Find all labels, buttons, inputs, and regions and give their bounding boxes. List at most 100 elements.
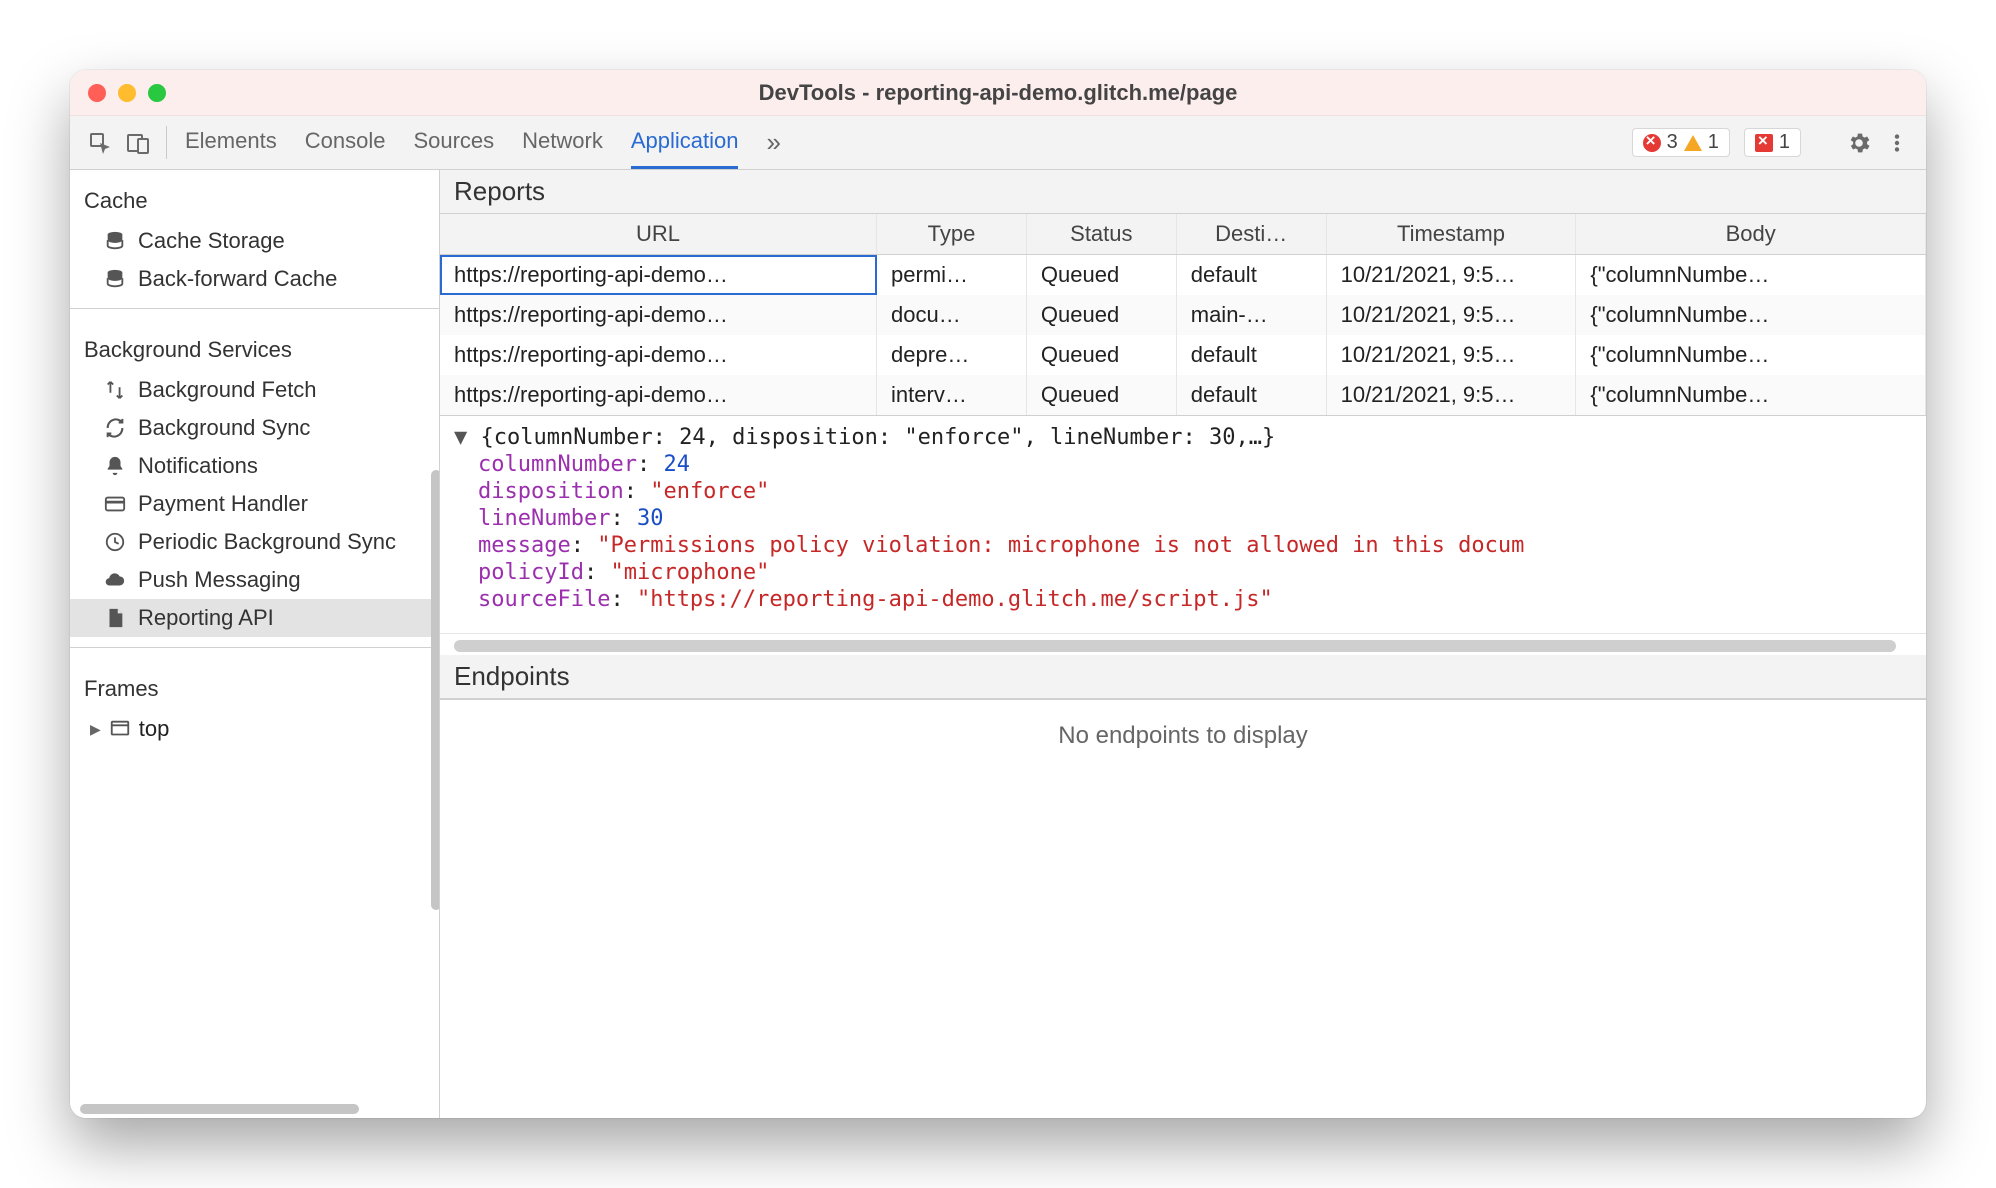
credit-card-icon: [104, 493, 126, 515]
cell-time: 10/21/2021, 9:5…: [1327, 295, 1577, 335]
sidebar-item-reporting-api[interactable]: Reporting API: [70, 599, 439, 637]
cell-dest: default: [1177, 255, 1327, 295]
cell-status: Queued: [1027, 335, 1177, 375]
database-icon: [104, 230, 126, 252]
cell-type: depre…: [877, 335, 1027, 375]
close-window-button[interactable]: [88, 84, 106, 102]
cell-type: permi…: [877, 255, 1027, 295]
bell-icon: [104, 455, 126, 477]
sidebar-item-label: Cache Storage: [138, 228, 285, 254]
cell-body: {"columnNumbe…: [1576, 295, 1926, 335]
cell-dest: default: [1177, 335, 1327, 375]
cell-url: https://reporting-api-demo…: [440, 295, 877, 335]
detail-key: disposition: [478, 479, 624, 504]
issues-count: 1: [1779, 131, 1790, 154]
sidebar-item-label: Periodic Background Sync: [138, 529, 396, 555]
sidebar-item-periodic-bg-sync[interactable]: Periodic Background Sync: [70, 523, 439, 561]
detail-key: policyId: [478, 560, 584, 585]
more-tabs-icon[interactable]: »: [766, 116, 780, 169]
table-row[interactable]: https://reporting-api-demo… docu… Queued…: [440, 295, 1926, 335]
col-destination[interactable]: Desti…: [1177, 214, 1327, 254]
cell-url: https://reporting-api-demo…: [440, 375, 877, 415]
frame-icon: [109, 718, 131, 740]
col-status[interactable]: Status: [1027, 214, 1177, 254]
console-errors-badge[interactable]: 3 1: [1632, 128, 1730, 157]
detail-key: sourceFile: [478, 587, 610, 612]
table-row[interactable]: https://reporting-api-demo… permi… Queue…: [440, 255, 1926, 295]
details-summary: {columnNumber: 24, disposition: "enforce…: [481, 425, 1276, 450]
sidebar-item-bg-fetch[interactable]: Background Fetch: [70, 371, 439, 409]
transfer-icon: [104, 379, 126, 401]
device-toggle-icon[interactable]: [126, 131, 150, 155]
expand-toggle-icon[interactable]: ▼: [454, 425, 481, 450]
sidebar-item-bf-cache[interactable]: Back-forward Cache: [70, 260, 439, 298]
cell-body: {"columnNumbe…: [1576, 335, 1926, 375]
devtools-toolbar: Elements Console Sources Network Applica…: [70, 116, 1926, 170]
sidebar-item-label: Background Fetch: [138, 377, 317, 403]
sidebar-item-bg-sync[interactable]: Background Sync: [70, 409, 439, 447]
warning-icon: [1684, 135, 1702, 151]
sidebar-item-cache-storage[interactable]: Cache Storage: [70, 222, 439, 260]
devtools-tabs: Elements Console Sources Network Applica…: [175, 116, 791, 169]
detail-value: "Permissions policy violation: microphon…: [597, 533, 1524, 558]
window-title: DevTools - reporting-api-demo.glitch.me/…: [70, 80, 1926, 106]
sidebar-section-cache: Cache: [70, 170, 439, 222]
sidebar-item-payment-handler[interactable]: Payment Handler: [70, 485, 439, 523]
window-titlebar: DevTools - reporting-api-demo.glitch.me/…: [70, 70, 1926, 116]
detail-key: lineNumber: [478, 506, 610, 531]
cell-time: 10/21/2021, 9:5…: [1327, 255, 1577, 295]
document-icon: [104, 607, 126, 629]
inspect-element-icon[interactable]: [88, 131, 112, 155]
cell-type: interv…: [877, 375, 1027, 415]
issue-icon: [1755, 134, 1773, 152]
cell-url: https://reporting-api-demo…: [440, 255, 877, 295]
col-type[interactable]: Type: [877, 214, 1027, 254]
reports-table: URL Type Status Desti… Timestamp Body ht…: [440, 214, 1926, 415]
reports-table-header: URL Type Status Desti… Timestamp Body: [440, 214, 1926, 255]
error-icon: [1643, 134, 1661, 152]
cell-time: 10/21/2021, 9:5…: [1327, 335, 1577, 375]
issues-badge[interactable]: 1: [1744, 128, 1801, 157]
table-row[interactable]: https://reporting-api-demo… depre… Queue…: [440, 335, 1926, 375]
tab-application[interactable]: Application: [631, 116, 739, 169]
warnings-count: 1: [1708, 131, 1719, 154]
sidebar-item-label: Background Sync: [138, 415, 310, 441]
database-icon: [104, 268, 126, 290]
sidebar-item-label: Push Messaging: [138, 567, 301, 593]
cell-body: {"columnNumbe…: [1576, 375, 1926, 415]
cell-time: 10/21/2021, 9:5…: [1327, 375, 1577, 415]
detail-value: "enforce": [650, 479, 769, 504]
col-timestamp[interactable]: Timestamp: [1327, 214, 1577, 254]
detail-key: columnNumber: [478, 452, 637, 477]
col-url[interactable]: URL: [440, 214, 877, 254]
sidebar-item-label: Payment Handler: [138, 491, 308, 517]
endpoints-section-header: Endpoints: [440, 655, 1926, 699]
tab-elements[interactable]: Elements: [185, 116, 277, 169]
sync-icon: [104, 417, 126, 439]
table-row[interactable]: https://reporting-api-demo… interv… Queu…: [440, 375, 1926, 415]
settings-icon[interactable]: [1846, 130, 1872, 156]
sidebar-section-frames: Frames: [70, 658, 439, 710]
sidebar-item-label: Back-forward Cache: [138, 266, 337, 292]
sidebar-item-label: top: [139, 716, 170, 742]
detail-value: "https://reporting-api-demo.glitch.me/sc…: [637, 587, 1273, 612]
tab-network[interactable]: Network: [522, 116, 603, 169]
sidebar-horizontal-scrollbar[interactable]: [70, 1104, 439, 1118]
minimize-window-button[interactable]: [118, 84, 136, 102]
cell-dest: default: [1177, 375, 1327, 415]
disclosure-triangle-icon[interactable]: ▶: [90, 721, 101, 738]
sidebar-item-push-messaging[interactable]: Push Messaging: [70, 561, 439, 599]
col-body[interactable]: Body: [1576, 214, 1926, 254]
report-body-details: ▼ {columnNumber: 24, disposition: "enfor…: [440, 415, 1926, 633]
cell-status: Queued: [1027, 375, 1177, 415]
sidebar-item-frame-top[interactable]: ▶ top: [70, 710, 439, 748]
cell-status: Queued: [1027, 255, 1177, 295]
tab-console[interactable]: Console: [305, 116, 386, 169]
clock-icon: [104, 531, 126, 553]
more-options-icon[interactable]: [1886, 130, 1908, 156]
details-horizontal-scrollbar[interactable]: [440, 633, 1926, 655]
endpoints-empty-state: No endpoints to display: [440, 699, 1926, 772]
tab-sources[interactable]: Sources: [413, 116, 494, 169]
sidebar-item-notifications[interactable]: Notifications: [70, 447, 439, 485]
zoom-window-button[interactable]: [148, 84, 166, 102]
